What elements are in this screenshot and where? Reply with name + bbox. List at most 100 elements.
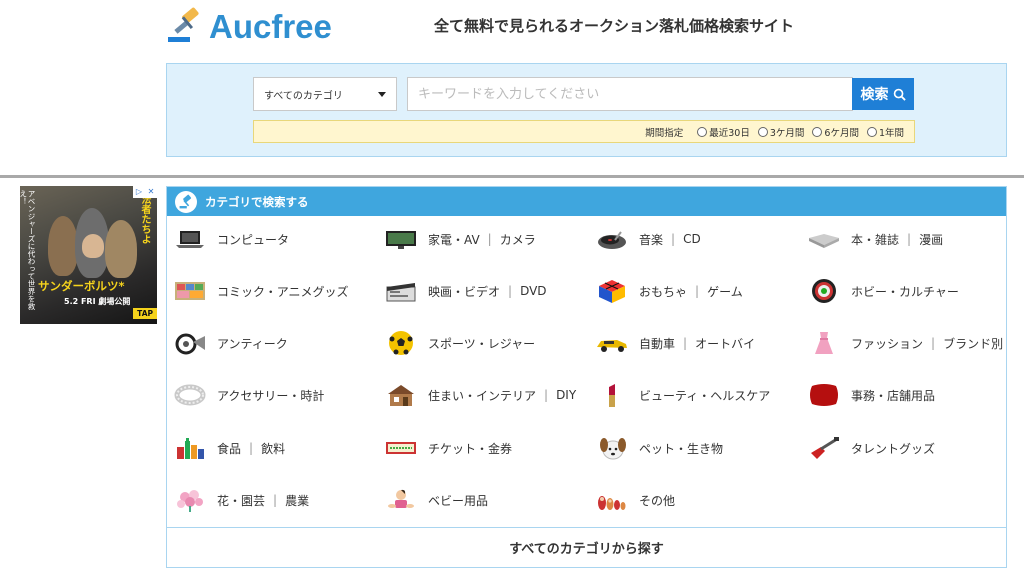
category-item[interactable]: タレントグッズ <box>807 433 935 463</box>
separator: | <box>544 388 549 402</box>
separator: | <box>508 284 513 298</box>
separator: | <box>487 232 492 246</box>
separator: | <box>249 441 254 455</box>
category-label[interactable]: 農業 <box>285 492 309 509</box>
bracelet-icon <box>173 382 207 408</box>
ad-close-icon[interactable]: ✕ <box>145 186 157 198</box>
dog-icon <box>595 435 629 461</box>
gramophone-icon <box>173 330 207 356</box>
gavel-icon <box>168 7 199 42</box>
ad-title: サンダーボルツ* <box>38 279 125 293</box>
period-selector: 期間指定 最近30日 3ケ月間 6ケ月間 1年間 <box>253 120 915 143</box>
radio-circle-icon <box>697 126 708 137</box>
category-item[interactable]: ベビー用品 <box>384 485 488 515</box>
ad-info-icon[interactable]: ▷ <box>133 186 145 198</box>
category-item[interactable]: 花・園芸 | 農業 <box>173 485 309 515</box>
category-label[interactable]: おもちゃ <box>639 283 687 300</box>
category-item[interactable]: スポーツ・レジャー <box>384 328 535 358</box>
category-label[interactable]: ホビー・カルチャー <box>851 283 959 300</box>
category-label[interactable]: 飲料 <box>261 440 285 457</box>
category-item[interactable]: 事務・店舗用品 <box>807 380 935 410</box>
ad-banner[interactable]: アベンジャーズに代わって世界を救え！ 法者たちよ サンダーボルツ* 5.2 FR… <box>20 186 157 324</box>
period-option-label: 6ケ月間 <box>824 127 859 139</box>
category-item[interactable]: その他 <box>595 485 675 515</box>
category-label[interactable]: 本・雑誌 <box>851 231 899 248</box>
flower-icon <box>173 487 207 513</box>
period-radio-3months[interactable]: 3ケ月間 <box>757 125 805 139</box>
category-item[interactable]: 音楽 | CD <box>595 224 701 254</box>
period-option-label: 3ケ月間 <box>769 127 805 139</box>
period-label: 期間指定 <box>645 127 684 139</box>
site-logo[interactable]: Aucfree <box>166 6 346 48</box>
ticket-icon <box>384 435 418 461</box>
category-label[interactable]: アクセサリー・時計 <box>217 387 324 404</box>
category-label[interactable]: その他 <box>639 492 675 509</box>
ad-side-text: 法者たちよ <box>139 194 150 244</box>
dartboard-icon <box>807 278 841 304</box>
rubiks-cube-icon <box>595 278 629 304</box>
category-item[interactable]: アクセサリー・時計 <box>173 380 324 410</box>
category-label[interactable]: オートバイ <box>695 335 755 352</box>
car-icon <box>595 330 629 356</box>
category-label[interactable]: スポーツ・レジャー <box>428 335 535 352</box>
category-item[interactable]: チケット・金券 <box>384 433 512 463</box>
category-label[interactable]: ペット・生き物 <box>639 440 723 457</box>
category-label[interactable]: 漫画 <box>919 231 943 248</box>
ad-date: 5.2 FRI 劇場公開 <box>64 297 131 306</box>
category-label[interactable]: タレントグッズ <box>851 440 935 457</box>
site-tagline: 全て無料で見られるオークション落札価格検索サイト <box>434 17 795 35</box>
category-item[interactable]: 住まい・インテリア | DIY <box>384 380 576 410</box>
ad-tap-badge[interactable]: TAP <box>133 308 157 319</box>
bottles-icon <box>173 435 207 461</box>
category-item[interactable]: ホビー・カルチャー <box>807 276 959 306</box>
category-item[interactable]: おもちゃ | ゲーム <box>595 276 743 306</box>
category-label[interactable]: 花・園芸 <box>217 492 265 509</box>
category-label[interactable]: ベビー用品 <box>428 492 488 509</box>
category-item[interactable]: コミック・アニメグッズ <box>173 276 349 306</box>
logo-text: Aucfree <box>209 8 332 45</box>
category-item[interactable]: 食品 | 飲料 <box>173 433 285 463</box>
category-item[interactable]: ビューティ・ヘルスケア <box>595 380 770 410</box>
category-label[interactable]: 住まい・インテリア <box>428 387 536 404</box>
category-label[interactable]: CD <box>683 232 701 246</box>
category-item[interactable]: 本・雑誌 | 漫画 <box>807 224 943 254</box>
category-item[interactable]: 映画・ビデオ | DVD <box>384 276 547 306</box>
house-icon <box>384 382 418 408</box>
category-label[interactable]: DIY <box>556 388 576 402</box>
baby-icon <box>384 487 418 513</box>
category-label[interactable]: ビューティ・ヘルスケア <box>639 387 770 404</box>
ad-figure <box>82 234 104 258</box>
category-label[interactable]: 食品 <box>217 440 241 457</box>
category-select[interactable]: すべてのカテゴリ <box>253 77 397 111</box>
clapper-icon <box>384 278 418 304</box>
category-label[interactable]: コミック・アニメグッズ <box>217 283 349 300</box>
period-radio-6months[interactable]: 6ケ月間 <box>812 125 859 139</box>
category-item[interactable]: ペット・生き物 <box>595 433 723 463</box>
category-label[interactable]: アンティーク <box>217 335 288 352</box>
category-label[interactable]: 音楽 <box>639 231 663 248</box>
category-item[interactable]: ファッション | ブランド別 <box>807 328 1003 358</box>
lipstick-icon <box>595 382 629 408</box>
category-label[interactable]: 事務・店舗用品 <box>851 387 935 404</box>
category-label[interactable]: チケット・金券 <box>428 440 512 457</box>
category-label[interactable]: ゲーム <box>707 283 743 300</box>
category-label[interactable]: 自動車 <box>639 335 675 352</box>
period-radio-30days[interactable]: 最近30日 <box>697 125 750 139</box>
category-item[interactable]: 自動車 | オートバイ <box>595 328 755 358</box>
category-label[interactable]: 家電・AV <box>428 231 480 248</box>
category-label[interactable]: コンピュータ <box>217 231 289 248</box>
category-label[interactable]: ブランド別 <box>943 335 1003 352</box>
period-radio-1year[interactable]: 1年間 <box>866 125 904 139</box>
category-item[interactable]: コンピュータ <box>173 224 289 254</box>
category-label[interactable]: DVD <box>520 284 546 298</box>
ad-vertical-text: アベンジャーズに代わって世界を救え！ <box>20 190 36 310</box>
category-label[interactable]: 映画・ビデオ <box>428 283 500 300</box>
category-item[interactable]: アンティーク <box>173 328 288 358</box>
category-item[interactable]: 家電・AV | カメラ <box>384 224 536 254</box>
category-label[interactable]: ファッション <box>851 335 923 352</box>
category-label[interactable]: カメラ <box>500 231 536 248</box>
cushion-icon <box>807 382 841 408</box>
search-button[interactable]: 検索 <box>852 78 914 110</box>
all-categories-link[interactable]: すべてのカテゴリから探す <box>167 527 1006 567</box>
keyword-input[interactable] <box>407 77 853 111</box>
